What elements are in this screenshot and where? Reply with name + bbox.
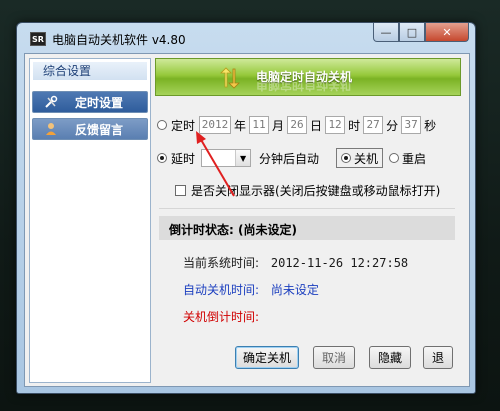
schedule-radio[interactable]: [157, 120, 167, 130]
title-bar[interactable]: SR 电脑自动关机软件 v4.80 — □ ✕: [17, 23, 475, 51]
year-unit: 年: [234, 118, 247, 133]
sidebar-item-label: 定时设置: [75, 95, 124, 110]
minimize-button[interactable]: —: [373, 23, 399, 42]
tools-icon: [43, 94, 59, 110]
app-icon: SR: [30, 32, 46, 46]
auto-shutdown-value: 尚未设定: [270, 283, 319, 297]
auto-shutdown-row: 自动关机时间: 尚未设定: [183, 281, 319, 298]
status-title: 倒计时状态: (尚未设定): [169, 223, 297, 237]
status-header: 倒计时状态: (尚未设定): [159, 216, 455, 240]
divider: [159, 208, 455, 209]
second-field[interactable]: 37: [401, 116, 422, 134]
window-title: 电脑自动关机软件 v4.80: [52, 33, 186, 47]
second-unit: 秒: [424, 118, 437, 133]
month-unit: 月: [272, 118, 285, 133]
sidebar-item-label: 反馈留言: [75, 122, 124, 137]
countdown-label: 关机倒计时间:: [183, 310, 260, 324]
chevron-down-icon[interactable]: ▼: [235, 150, 251, 166]
day-unit: 日: [310, 118, 323, 133]
schedule-row: 定时 2012 年 11 月 26 日 12 时 27 分 37 秒: [155, 116, 439, 134]
app-window: SR 电脑自动关机软件 v4.80 — □ ✕ 综合设置 定时设置 反馈留言 电…: [16, 22, 476, 394]
banner: 电脑定时自动关机 电脑定时自动关机: [155, 58, 461, 96]
restart-radio[interactable]: [389, 153, 400, 163]
current-time-label: 当前系统时间:: [183, 256, 260, 270]
day-field[interactable]: 26: [287, 116, 308, 134]
confirm-shutdown-button[interactable]: 确定关机: [235, 346, 299, 369]
shutdown-option[interactable]: 关机: [336, 148, 384, 168]
hide-button[interactable]: 隐藏: [369, 346, 411, 369]
year-field[interactable]: 2012: [199, 116, 232, 134]
delay-radio-label: 延时: [171, 151, 196, 166]
minute-field[interactable]: 27: [363, 116, 384, 134]
minute-unit: 分: [386, 118, 399, 133]
main-panel: 电脑定时自动关机 电脑定时自动关机 定时 2012 年 11 月 26 日 12…: [155, 58, 467, 383]
countdown-row: 关机倒计时间:: [183, 308, 259, 325]
delay-minutes-select[interactable]: ▼: [201, 149, 252, 167]
close-button[interactable]: ✕: [425, 23, 469, 42]
current-time-value: 2012-11-26 12:27:58: [270, 256, 409, 270]
client-area: 综合设置 定时设置 反馈留言 电脑定时自动关机 电脑定时自动关机 定时 2012…: [24, 53, 470, 387]
caption-buttons: — □ ✕: [373, 23, 469, 43]
sidebar: 综合设置 定时设置 反馈留言: [29, 58, 151, 383]
monitor-option-row: 是否关闭显示器(关闭后按键盘或移动鼠标打开): [175, 182, 443, 199]
user-icon: [43, 121, 59, 137]
cancel-button[interactable]: 取消: [313, 346, 355, 369]
delay-suffix: 分钟后自动: [259, 151, 320, 166]
monitor-off-label: 是否关闭显示器(关闭后按键盘或移动鼠标打开): [191, 184, 441, 198]
sidebar-item-feedback[interactable]: 反馈留言: [32, 118, 148, 140]
arrows-icon: [218, 67, 240, 89]
delay-radio[interactable]: [157, 153, 167, 163]
delay-row: 延时 ▼ 分钟后自动 关机 重启: [155, 148, 429, 168]
sidebar-item-schedule[interactable]: 定时设置: [32, 91, 148, 113]
shutdown-label: 关机: [354, 151, 379, 166]
schedule-radio-label: 定时: [171, 118, 196, 133]
current-time-row: 当前系统时间: 2012-11-26 12:27:58: [183, 254, 408, 271]
maximize-button[interactable]: □: [399, 23, 425, 42]
hour-field[interactable]: 12: [325, 116, 346, 134]
sidebar-header: 综合设置: [33, 62, 147, 80]
restart-label: 重启: [402, 151, 427, 166]
month-field[interactable]: 11: [249, 116, 270, 134]
exit-button[interactable]: 退: [423, 346, 453, 369]
monitor-off-checkbox[interactable]: [175, 185, 186, 196]
banner-title-reflection: 电脑定时自动关机: [256, 82, 353, 92]
hour-unit: 时: [348, 118, 361, 133]
shutdown-radio[interactable]: [341, 153, 352, 163]
auto-shutdown-label: 自动关机时间:: [183, 283, 260, 297]
